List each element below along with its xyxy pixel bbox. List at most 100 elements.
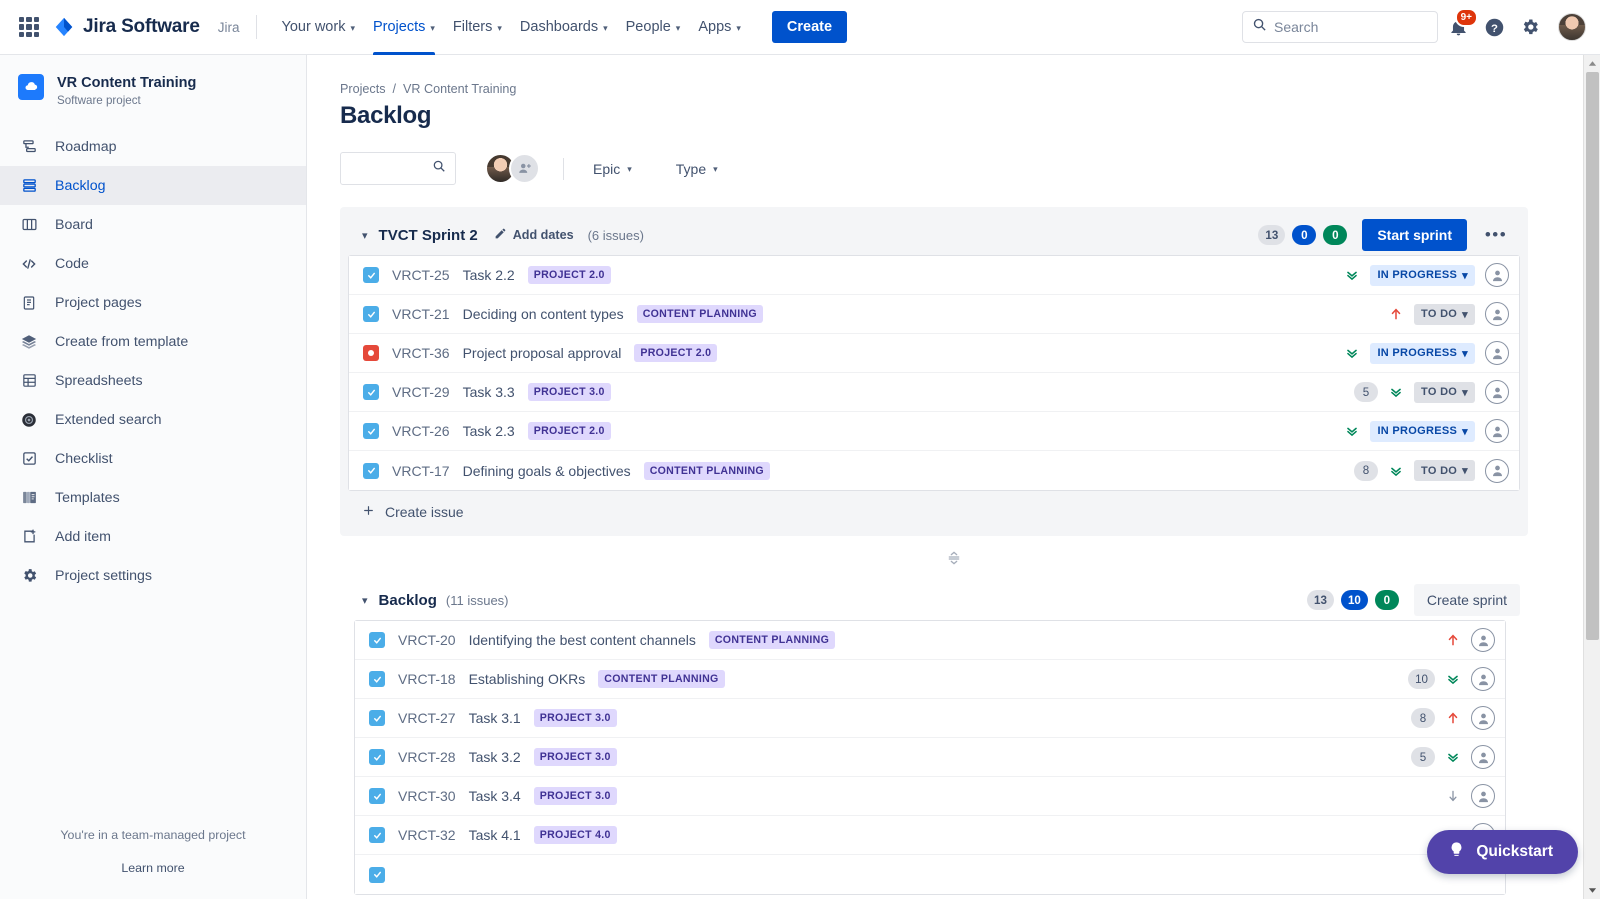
table-row[interactable]: VRCT-30 Task 3.4 PROJECT 3.0 bbox=[355, 777, 1505, 816]
issue-summary[interactable]: Task 3.3 bbox=[463, 384, 515, 400]
issue-summary[interactable]: Project proposal approval bbox=[463, 345, 622, 361]
story-point-estimate[interactable]: 10 bbox=[1408, 669, 1435, 689]
task-type-icon[interactable] bbox=[363, 423, 379, 439]
priority-high-icon[interactable] bbox=[1388, 306, 1404, 322]
sidebar-item-create-from-template[interactable]: Create from template bbox=[0, 322, 306, 361]
assignee-avatar[interactable] bbox=[1485, 302, 1509, 326]
estimate-pill-done[interactable]: 0 bbox=[1375, 590, 1399, 610]
priority-medium-icon[interactable] bbox=[1388, 384, 1404, 400]
issue-key[interactable]: VRCT-20 bbox=[398, 632, 456, 648]
sidebar-item-extended-search[interactable]: Extended search bbox=[0, 400, 306, 439]
add-dates-button[interactable]: Add dates bbox=[494, 227, 574, 243]
create-sprint-button[interactable]: Create sprint bbox=[1414, 584, 1520, 616]
epic-tag[interactable]: PROJECT 3.0 bbox=[528, 383, 611, 401]
issue-summary[interactable]: Establishing OKRs bbox=[469, 671, 586, 687]
epic-tag[interactable]: PROJECT 3.0 bbox=[534, 748, 617, 766]
task-type-icon[interactable] bbox=[369, 788, 385, 804]
scrollbar-thumb[interactable] bbox=[1586, 72, 1599, 640]
assignee-avatar[interactable] bbox=[1471, 745, 1495, 769]
priority-low-icon[interactable] bbox=[1445, 788, 1461, 804]
breadcrumb-current-project[interactable]: VR Content Training bbox=[403, 82, 516, 96]
issue-key[interactable]: VRCT-21 bbox=[392, 306, 450, 322]
issue-key[interactable]: VRCT-26 bbox=[392, 423, 450, 439]
table-row[interactable]: VRCT-29 Task 3.3 PROJECT 3.0 5 TO DO▾ bbox=[349, 373, 1519, 412]
assignee-avatar[interactable] bbox=[1485, 459, 1509, 483]
nav-item-your-work[interactable]: Your work ▾ bbox=[273, 0, 364, 55]
status-badge[interactable]: IN PROGRESS▾ bbox=[1370, 343, 1475, 364]
story-point-estimate[interactable]: 5 bbox=[1411, 747, 1435, 767]
assignee-avatar[interactable] bbox=[1471, 667, 1495, 691]
vertical-scrollbar[interactable] bbox=[1583, 55, 1600, 899]
issue-key[interactable]: VRCT-27 bbox=[398, 710, 456, 726]
apps-grid-icon[interactable] bbox=[19, 17, 39, 37]
epic-tag[interactable]: PROJECT 2.0 bbox=[634, 344, 717, 362]
sprint-title[interactable]: TVCT Sprint 2 bbox=[379, 227, 478, 244]
sprint-more-menu-button[interactable]: ••• bbox=[1480, 219, 1512, 251]
issue-summary[interactable]: Task 3.1 bbox=[469, 710, 521, 726]
global-search-box[interactable] bbox=[1242, 11, 1438, 43]
sidebar-item-spreadsheets[interactable]: Spreadsheets bbox=[0, 361, 306, 400]
issue-summary[interactable]: Task 4.1 bbox=[469, 827, 521, 843]
issue-key[interactable]: VRCT-18 bbox=[398, 671, 456, 687]
create-button[interactable]: Create bbox=[772, 11, 847, 43]
task-type-icon[interactable] bbox=[363, 384, 379, 400]
table-row[interactable]: VRCT-21 Deciding on content types CONTEN… bbox=[349, 295, 1519, 334]
issue-key[interactable]: VRCT-17 bbox=[392, 463, 450, 479]
jira-logo-home-link[interactable]: Jira Software bbox=[53, 16, 200, 38]
help-icon[interactable]: ? bbox=[1478, 11, 1510, 43]
priority-medium-icon[interactable] bbox=[1344, 267, 1360, 283]
story-point-estimate[interactable]: 5 bbox=[1354, 382, 1378, 402]
sidebar-item-code[interactable]: Code bbox=[0, 244, 306, 283]
assignee-avatar[interactable] bbox=[1471, 706, 1495, 730]
story-point-estimate[interactable]: 8 bbox=[1411, 708, 1435, 728]
priority-high-icon[interactable] bbox=[1445, 632, 1461, 648]
task-type-icon[interactable] bbox=[369, 827, 385, 843]
epic-tag[interactable]: CONTENT PLANNING bbox=[644, 462, 770, 480]
epic-tag[interactable]: PROJECT 2.0 bbox=[528, 266, 611, 284]
epic-tag[interactable]: PROJECT 4.0 bbox=[534, 826, 617, 844]
status-badge[interactable]: TO DO▾ bbox=[1414, 304, 1475, 325]
table-row[interactable]: VRCT-20 Identifying the best content cha… bbox=[355, 621, 1505, 660]
nav-item-apps[interactable]: Apps ▾ bbox=[689, 0, 750, 55]
add-people-icon[interactable] bbox=[509, 153, 540, 184]
issue-summary[interactable]: Deciding on content types bbox=[463, 306, 624, 322]
assignee-avatar[interactable] bbox=[1471, 628, 1495, 652]
issue-key[interactable]: VRCT-28 bbox=[398, 749, 456, 765]
task-type-icon[interactable] bbox=[369, 867, 385, 883]
epic-tag[interactable]: PROJECT 3.0 bbox=[534, 709, 617, 727]
epic-tag[interactable]: CONTENT PLANNING bbox=[637, 305, 763, 323]
chevron-down-icon[interactable]: ▾ bbox=[362, 594, 368, 607]
nav-item-dashboards[interactable]: Dashboards ▾ bbox=[511, 0, 617, 55]
assignee-avatar[interactable] bbox=[1471, 784, 1495, 808]
sidebar-item-roadmap[interactable]: Roadmap bbox=[0, 127, 306, 166]
sidebar-item-project-settings[interactable]: Project settings bbox=[0, 556, 306, 595]
issue-summary[interactable]: Task 3.4 bbox=[469, 788, 521, 804]
task-type-icon[interactable] bbox=[369, 632, 385, 648]
quickstart-button[interactable]: Quickstart bbox=[1427, 830, 1578, 874]
scroll-down-arrow[interactable] bbox=[1584, 882, 1600, 899]
resize-handle[interactable] bbox=[307, 536, 1600, 580]
sidebar-item-checklist[interactable]: Checklist bbox=[0, 439, 306, 478]
task-type-icon[interactable] bbox=[363, 306, 379, 322]
epic-tag[interactable]: PROJECT 2.0 bbox=[528, 422, 611, 440]
chevron-down-icon[interactable]: ▾ bbox=[362, 229, 368, 242]
backlog-search-box[interactable] bbox=[340, 152, 456, 185]
estimate-pill-inprogress[interactable]: 10 bbox=[1341, 590, 1368, 610]
priority-high-icon[interactable] bbox=[1445, 710, 1461, 726]
estimate-pill-todo[interactable]: 13 bbox=[1258, 225, 1285, 245]
user-avatar[interactable] bbox=[1558, 13, 1586, 41]
assignee-avatar[interactable] bbox=[1485, 419, 1509, 443]
status-badge[interactable]: IN PROGRESS▾ bbox=[1370, 265, 1475, 286]
table-row[interactable]: VRCT-26 Task 2.3 PROJECT 2.0 IN PROGRESS… bbox=[349, 412, 1519, 451]
table-row[interactable]: VRCT-28 Task 3.2 PROJECT 3.0 5 bbox=[355, 738, 1505, 777]
table-row[interactable]: VRCT-18 Establishing OKRs CONTENT PLANNI… bbox=[355, 660, 1505, 699]
task-type-icon[interactable] bbox=[369, 749, 385, 765]
priority-medium-icon[interactable] bbox=[1344, 345, 1360, 361]
epic-tag[interactable]: CONTENT PLANNING bbox=[709, 631, 835, 649]
priority-medium-icon[interactable] bbox=[1388, 463, 1404, 479]
create-issue-button[interactable]: Create issue bbox=[348, 491, 1520, 526]
status-badge[interactable]: TO DO▾ bbox=[1414, 460, 1475, 481]
project-header[interactable]: VR Content Training Software project bbox=[0, 55, 306, 107]
type-filter-dropdown[interactable]: Type ▾ bbox=[665, 154, 729, 184]
issue-summary[interactable]: Task 3.2 bbox=[469, 749, 521, 765]
